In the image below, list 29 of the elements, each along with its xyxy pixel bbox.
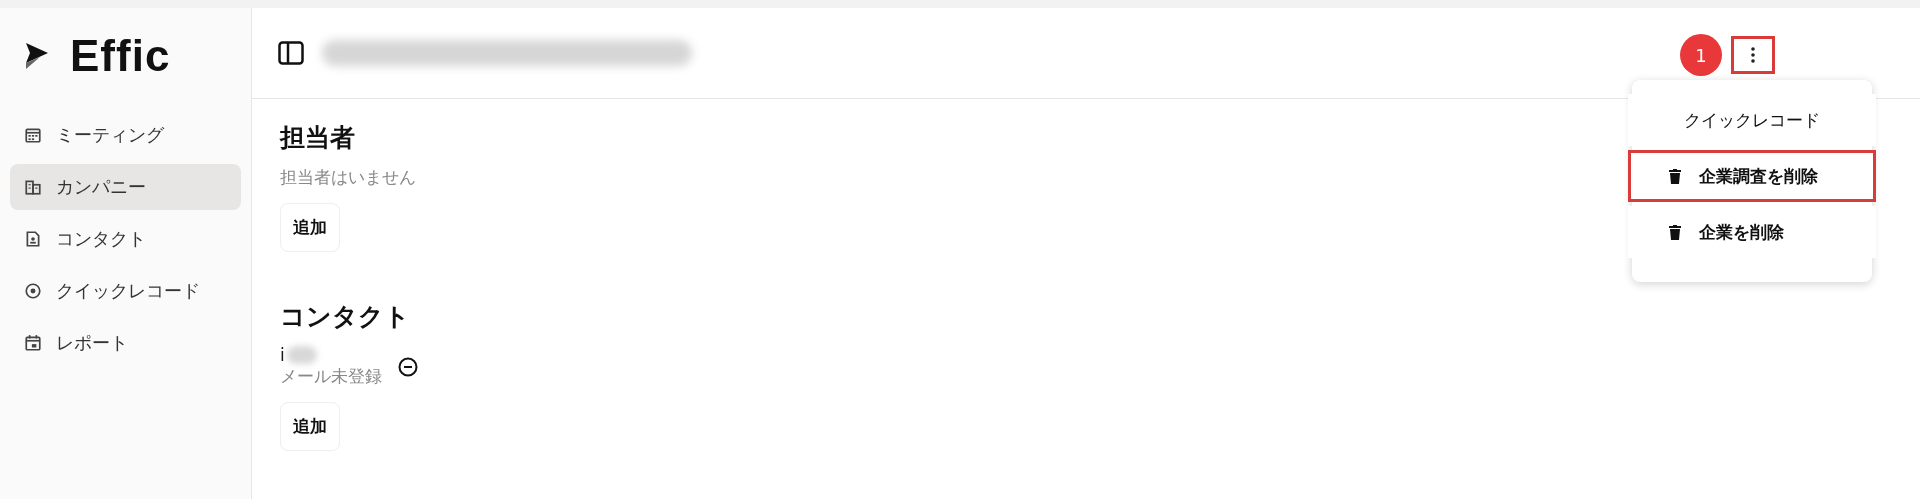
sidebar-item[interactable]: レポート (10, 320, 241, 366)
trash-icon (1669, 168, 1681, 184)
email-status: メール未登録 (280, 366, 382, 386)
record-icon (24, 282, 42, 300)
empty-message: 担当者はいません (280, 166, 416, 189)
building-icon (24, 178, 42, 196)
logo-icon (26, 43, 48, 69)
more-menu-button[interactable] (1731, 36, 1775, 74)
add-button[interactable]: 追加 (280, 402, 340, 451)
trash-icon (1669, 224, 1681, 240)
sidebar-item[interactable]: カンパニー (10, 164, 241, 210)
blurred-text (286, 346, 317, 364)
add-button[interactable]: 追加 (280, 203, 340, 252)
section-heading: コンタクト (280, 301, 410, 333)
sidebar-item[interactable]: クイックレコード (10, 268, 241, 314)
menu-item[interactable]: 企業調査を削除 (1628, 150, 1876, 202)
sidebar-toggle-icon[interactable] (278, 41, 304, 65)
sidebar-item[interactable]: ミーティング (10, 112, 241, 158)
logo-text: Effic (70, 31, 171, 81)
section-heading: 担当者 (280, 122, 355, 154)
more-icon (1751, 47, 1755, 63)
contact-icon (24, 230, 42, 248)
report-icon (24, 334, 42, 352)
menu-item[interactable]: クイックレコード (1628, 94, 1876, 146)
annotation-badge: 1 (1680, 34, 1722, 76)
sidebar-item[interactable]: コンタクト (10, 216, 241, 262)
calendar-icon (24, 126, 42, 144)
contact-name: i (280, 345, 285, 365)
remove-icon[interactable] (398, 356, 418, 377)
